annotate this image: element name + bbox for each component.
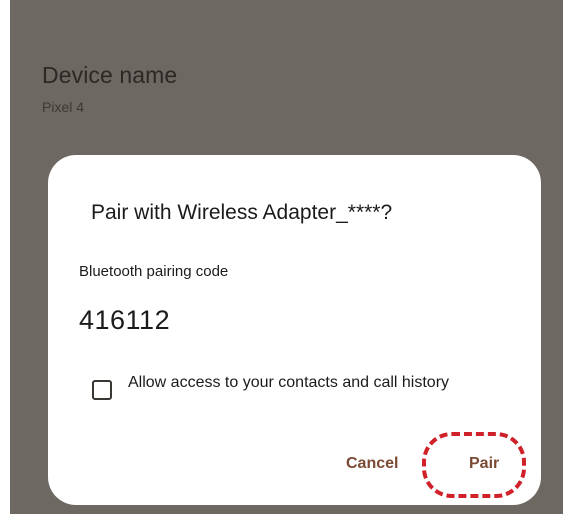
device-name-value: Pixel 4 bbox=[42, 99, 85, 115]
contacts-access-label: Allow access to your contacts and call h… bbox=[128, 374, 450, 391]
dialog-title: Pair with Wireless Adapter_****? bbox=[91, 201, 393, 224]
settings-screen: Device name Pixel 4 Pair with Wireless A… bbox=[10, 0, 563, 514]
pairing-code-value: 416112 bbox=[79, 305, 171, 335]
pairing-code-label: Bluetooth pairing code bbox=[79, 263, 229, 280]
contacts-access-checkbox[interactable] bbox=[92, 380, 112, 400]
device-name-title: Device name bbox=[42, 62, 178, 88]
device-name-setting[interactable]: Device name Pixel 4 bbox=[42, 62, 177, 115]
contacts-access-option[interactable]: Allow access to your contacts and call h… bbox=[92, 373, 512, 417]
pairing-dialog: Pair with Wireless Adapter_****? Bluetoo… bbox=[48, 155, 541, 505]
pair-button[interactable]: Pair bbox=[469, 455, 499, 473]
cancel-button[interactable]: Cancel bbox=[346, 455, 398, 473]
